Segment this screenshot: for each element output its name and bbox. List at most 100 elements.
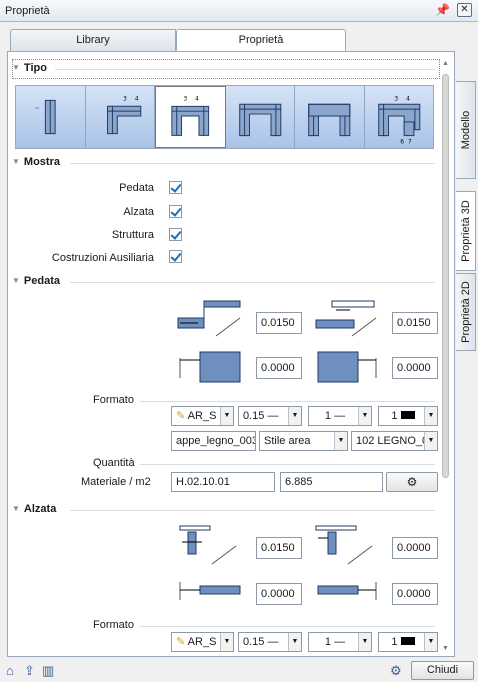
side-tab-bar: Modello Proprietà 3D Proprietà 2D — [455, 51, 478, 657]
stair-type-l-label-4: 4 — [134, 96, 138, 102]
mostra-checkbox-alzata[interactable] — [169, 205, 182, 218]
side-tab-proprieta-2d[interactable]: Proprietà 2D — [456, 273, 476, 351]
stair-type-spiral-label-3: 3 — [394, 96, 398, 102]
chevron-down-icon: ▼ — [424, 432, 437, 450]
chevron-down-icon: ▼ — [424, 633, 437, 651]
pedata-overhang-field-2[interactable]: 0.0000 — [392, 357, 438, 379]
divider — [140, 401, 435, 402]
pedata-thickness-field-2[interactable]: 0.0150 — [392, 312, 438, 334]
pedata-overhang-diagram-2 — [317, 351, 377, 383]
mostra-checkbox-struttura[interactable] — [169, 228, 182, 241]
svg-text:~: ~ — [35, 106, 40, 112]
tab-proprieta[interactable]: Proprietà — [176, 29, 346, 52]
tab-library[interactable]: Library — [10, 29, 176, 51]
pedata-thickness-field-1[interactable]: 0.0150 — [256, 312, 302, 334]
tipo-header[interactable]: ▼ Tipo — [12, 62, 47, 76]
pedata-surface-combo[interactable]: appe_legno_003_... — [171, 431, 256, 451]
chevron-down-icon: ▼ — [12, 157, 20, 166]
stair-type-u-label-3: 3 — [183, 97, 187, 103]
chevron-down-icon: ▼ — [358, 407, 371, 425]
divider — [55, 69, 435, 70]
mostra-label-pedata: Pedata — [119, 182, 154, 194]
stair-type-spiral-label-7: 7 — [408, 139, 412, 145]
close-icon[interactable]: ✕ — [457, 3, 472, 17]
pedata-pen-combo[interactable]: ✎ AR_S ▼ — [171, 406, 234, 426]
save-favorite-icon[interactable]: ⇪ — [24, 663, 35, 679]
mostra-label-costruzioni: Costruzioni Ausiliaria — [51, 252, 154, 264]
chevron-down-icon: ▼ — [12, 504, 20, 513]
chevron-down-icon: ▼ — [220, 633, 233, 651]
stair-type-u-wide[interactable] — [225, 86, 295, 148]
alzata-offset-diagram-1 — [179, 582, 241, 600]
stair-type-l[interactable]: 34 — [85, 86, 155, 148]
mostra-label-struttura: Struttura — [111, 229, 154, 241]
chevron-down-icon: ▼ — [12, 63, 20, 72]
alzata-offset-diagram-2 — [317, 582, 377, 600]
vertical-scrollbar[interactable]: ▲ ▼ — [440, 60, 451, 656]
chevron-down-icon: ▼ — [288, 633, 301, 651]
chevron-down-icon: ▼ — [220, 407, 233, 425]
pedata-thickness-diagram-2 — [315, 300, 377, 337]
chevron-down-icon: ▼ — [358, 633, 371, 651]
alzata-thickness-diagram-2 — [315, 525, 373, 565]
pedata-line-thickness-combo[interactable]: 0.15 — ▼ — [238, 406, 302, 426]
divider — [70, 163, 435, 164]
divider — [70, 282, 435, 283]
settings-icon[interactable]: ⚙ — [390, 663, 402, 679]
stair-type-spiral[interactable]: 3 4 67 — [364, 86, 433, 148]
mostra-header[interactable]: ▼ Mostra — [12, 156, 60, 170]
mostra-label-alzata: Alzata — [123, 206, 154, 218]
stair-type-u-landing[interactable] — [295, 86, 365, 148]
title-bar: Proprietà 📌 ✕ — [0, 0, 478, 22]
side-tab-modello[interactable]: Modello — [456, 81, 476, 179]
stair-type-u-label-4: 4 — [195, 97, 199, 103]
scrollbar-thumb[interactable] — [442, 74, 449, 478]
alzata-color-combo[interactable]: 1 ▼ — [378, 632, 438, 652]
stair-type-spiral-label-6: 6 — [400, 139, 404, 145]
table-icon[interactable]: ▥ — [42, 663, 54, 679]
chevron-down-icon: ▼ — [288, 407, 301, 425]
pedata-header[interactable]: ▼ Pedata — [12, 275, 60, 289]
color-swatch — [400, 411, 415, 419]
pen-icon: ✎ — [176, 410, 186, 422]
pedata-quantita-label: Quantità — [93, 457, 135, 469]
stair-type-u[interactable]: 34 — [155, 86, 226, 148]
close-button[interactable]: Chiudi — [411, 661, 474, 680]
load-favorite-icon[interactable]: ⌂ — [6, 663, 14, 678]
color-swatch — [400, 637, 415, 645]
pedata-formato-label: Formato — [93, 394, 134, 406]
quantity-settings-button[interactable]: ⚙ — [386, 472, 438, 492]
side-tab-proprieta-3d[interactable]: Proprietà 3D — [456, 191, 476, 271]
scroll-down-icon[interactable]: ▼ — [440, 645, 451, 656]
alzata-offset-field-2[interactable]: 0.0000 — [392, 583, 438, 605]
alzata-thickness-diagram-1 — [179, 525, 237, 565]
pedata-material-code-field[interactable]: H.02.10.01 — [171, 472, 275, 492]
alzata-formato-label: Formato — [93, 619, 134, 631]
stair-type-l-label-3: 3 — [123, 96, 127, 102]
scroll-up-icon[interactable]: ▲ — [440, 60, 451, 71]
pedata-materiale-label: Materiale / m2 — [81, 476, 151, 488]
pin-icon[interactable]: 📌 — [435, 3, 450, 17]
alzata-line-thickness-combo[interactable]: 0.15 — ▼ — [238, 632, 302, 652]
alzata-offset-field-1[interactable]: 0.0000 — [256, 583, 302, 605]
pedata-color-combo[interactable]: 1 ▼ — [378, 406, 438, 426]
stair-type-gallery: ~ 34 34 3467 — [15, 85, 434, 149]
pedata-material-combo[interactable]: 102 LEGNO_00 ▼ — [351, 431, 438, 451]
alzata-header[interactable]: ▼ Alzata — [12, 503, 56, 517]
alzata-pen-combo[interactable]: ✎ AR_S ▼ — [171, 632, 234, 652]
pedata-area-style-combo[interactable]: Stile area ▼ — [259, 431, 348, 451]
mostra-checkbox-pedata[interactable] — [169, 181, 182, 194]
chevron-down-icon: ▼ — [12, 276, 20, 285]
stair-type-straight[interactable]: ~ — [16, 86, 86, 148]
alzata-thickness-field-1[interactable]: 0.0150 — [256, 537, 302, 559]
stair-type-spiral-label-4: 4 — [406, 96, 410, 102]
pedata-line-type-combo[interactable]: 1 — ▼ — [308, 406, 372, 426]
alzata-thickness-field-2[interactable]: 0.0000 — [392, 537, 438, 559]
alzata-line-type-combo[interactable]: 1 — ▼ — [308, 632, 372, 652]
pedata-quantity-field[interactable]: 6.885 — [280, 472, 383, 492]
chevron-down-icon: ▼ — [334, 432, 347, 450]
mostra-checkbox-costruzioni[interactable] — [169, 250, 182, 263]
pedata-overhang-field-1[interactable]: 0.0000 — [256, 357, 302, 379]
settings-icon: ⚙ — [406, 475, 418, 489]
divider — [140, 626, 435, 627]
